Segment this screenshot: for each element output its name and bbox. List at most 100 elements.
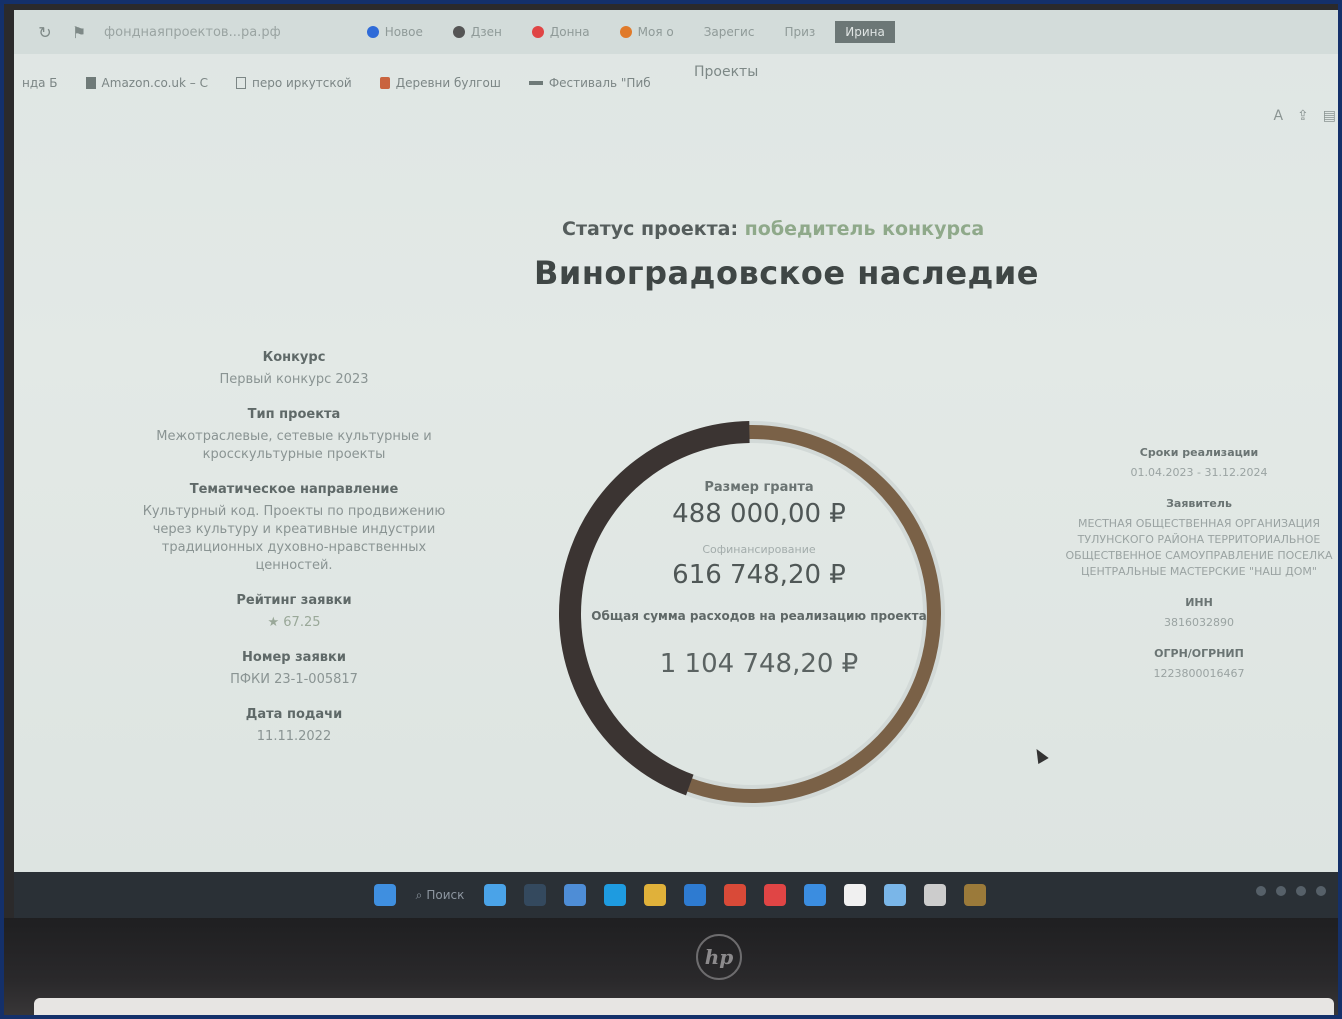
browser-tab-active[interactable]: Ирина [835, 21, 895, 43]
tab-label: Дзен [470, 25, 502, 39]
info-direction: Тематическое направление Культурный код.… [124, 482, 464, 575]
grant-value: 488 000,00 ₽ [672, 499, 846, 529]
tab-favicon-icon [452, 26, 465, 38]
info-label: Номер заявки [242, 650, 346, 665]
photo-frame: ↻ ⚑ фонднаяпроектов...ра.рф Новое Дзен Д… [0, 0, 1342, 1019]
info-value: Культурный код. Проекты по продвижению ч… [142, 504, 446, 573]
start-menu-icon[interactable] [373, 884, 396, 906]
taskbar-apps [484, 884, 987, 906]
bookmark-icon [379, 77, 390, 89]
browser-tab[interactable]: Донна [522, 21, 600, 43]
bookmark-item[interactable]: Amazon.co.uk – С [85, 76, 208, 90]
tray-icon[interactable] [1256, 886, 1266, 896]
tab-label: Зарегис [703, 25, 755, 39]
taskbar-app-icon[interactable] [564, 884, 587, 906]
windows-taskbar: ⌕ Поиск [14, 872, 1338, 918]
browser-tab[interactable]: Дзен [443, 21, 512, 43]
share-icon[interactable]: ⇪ [1297, 108, 1309, 124]
taskbar-app-icon[interactable] [804, 884, 827, 906]
bookmark-label: Фестиваль "Пиб [548, 76, 651, 90]
status-label: Статус проекта: [562, 218, 739, 240]
search-icon: ⌕ [415, 887, 423, 902]
info-rating: Рейтинг заявки ★ 67.25 [124, 593, 464, 632]
info-label: ИНН [1185, 596, 1213, 609]
taskbar-app-icon[interactable] [964, 884, 987, 906]
bookmark-item[interactable]: перо иркутской [235, 76, 352, 90]
page-label: Проекты [694, 64, 759, 80]
tab-label: Донна [549, 25, 590, 39]
tray-icon[interactable] [1296, 886, 1306, 896]
info-label: Тематическое направление [189, 482, 399, 497]
info-label: Конкурс [262, 350, 326, 365]
info-value: 1223800016467 [1153, 667, 1245, 680]
project-info-right: Сроки реализации 01.04.2023 - 31.12.2024… [1054, 446, 1338, 698]
info-value: 3816032890 [1164, 616, 1234, 629]
info-label: Рейтинг заявки [236, 593, 352, 608]
info-value: МЕСТНАЯ ОБЩЕСТВЕННАЯ ОРГАНИЗАЦИЯ ТУЛУНСК… [1065, 517, 1333, 578]
tab-label: Моя о [637, 25, 674, 39]
bookmark-label: Деревни булгош [395, 76, 501, 90]
info-value: 01.04.2023 - 31.12.2024 [1130, 466, 1268, 479]
info-value: 11.11.2022 [256, 729, 332, 744]
tab-favicon-icon [531, 26, 544, 38]
info-value: ★ 67.25 [124, 614, 464, 632]
project-info-left: Конкурс Первый конкурс 2023 Тип проекта … [124, 350, 464, 764]
taskbar-app-icon[interactable] [644, 884, 667, 906]
taskbar-app-icon[interactable] [684, 884, 707, 906]
info-submission-date: Дата подачи 11.11.2022 [124, 707, 464, 746]
bookmarks-bar: нда Б Amazon.co.uk – С перо иркутской Де… [14, 68, 1338, 98]
info-inn: ИНН 3816032890 [1054, 596, 1338, 631]
tab-label: Ирина [845, 25, 885, 39]
info-label: Дата подачи [245, 707, 343, 722]
info-value: Первый конкурс 2023 [219, 372, 369, 387]
taskbar-app-icon[interactable] [484, 884, 507, 906]
bookmark-item[interactable]: Фестиваль "Пиб [528, 76, 651, 90]
browser-tab[interactable]: Приз [774, 21, 825, 43]
document-icon [235, 77, 246, 89]
taskbar-app-icon[interactable] [764, 884, 787, 906]
info-period: Сроки реализации 01.04.2023 - 31.12.2024 [1054, 446, 1338, 481]
bookmark-label: перо иркутской [251, 76, 352, 90]
bookmark-label: нда Б [22, 76, 58, 90]
bookmark-icon [85, 77, 96, 89]
reload-icon[interactable]: ↻ [36, 23, 54, 42]
info-label: Тип проекта [247, 407, 341, 422]
tray-icon[interactable] [1316, 886, 1326, 896]
page-toolbar: A ⇪ ▤ [1273, 108, 1336, 124]
bookmark-item[interactable]: Деревни булгош [379, 76, 501, 90]
mouse-cursor-icon [1031, 745, 1049, 765]
tray-icon[interactable] [1276, 886, 1286, 896]
taskbar-app-icon[interactable] [884, 884, 907, 906]
browser-tab[interactable]: Зарегис [694, 21, 765, 43]
bookmark-label: Amazon.co.uk – С [101, 76, 208, 90]
bookmark-item[interactable]: нда Б [22, 76, 58, 90]
info-applicant: Заявитель МЕСТНАЯ ОБЩЕСТВЕННАЯ ОРГАНИЗАЦ… [1054, 497, 1338, 580]
taskbar-app-icon[interactable] [524, 884, 547, 906]
tab-label: Приз [784, 25, 816, 39]
project-title: Виноградовское наследие [534, 254, 1039, 292]
browser-tab[interactable]: Моя о [610, 21, 684, 43]
taskbar-app-icon[interactable] [724, 884, 747, 906]
browser-screen: ↻ ⚑ фонднаяпроектов...ра.рф Новое Дзен Д… [14, 10, 1338, 874]
keyboard-edge [34, 998, 1334, 1015]
browser-tab[interactable]: Новое [357, 21, 433, 43]
taskbar-search[interactable]: ⌕ Поиск [416, 888, 465, 903]
system-tray [1256, 886, 1326, 896]
address-bar[interactable]: фонднаяпроектов...ра.рф [104, 25, 281, 40]
text-size-icon[interactable]: A [1273, 108, 1283, 124]
rating-value: 67.25 [283, 615, 321, 630]
project-status: Статус проекта: победитель конкурса [562, 218, 984, 240]
total-value: 1 104 748,20 ₽ [659, 649, 859, 679]
print-icon[interactable]: ▤ [1323, 108, 1336, 124]
site-info-icon[interactable]: ⚑ [70, 23, 88, 42]
info-application-number: Номер заявки ПФКИ 23-1-005817 [124, 650, 464, 689]
taskbar-app-icon[interactable] [924, 884, 947, 906]
grant-label: Размер гранта [704, 480, 814, 495]
search-label: Поиск [426, 888, 465, 902]
taskbar-app-icon[interactable] [844, 884, 867, 906]
rating-star-icon: ★ [267, 615, 284, 630]
taskbar-app-icon[interactable] [604, 884, 627, 906]
hp-logo: hp [696, 934, 742, 980]
info-contest: Конкурс Первый конкурс 2023 [124, 350, 464, 389]
info-label: Заявитель [1166, 497, 1232, 510]
